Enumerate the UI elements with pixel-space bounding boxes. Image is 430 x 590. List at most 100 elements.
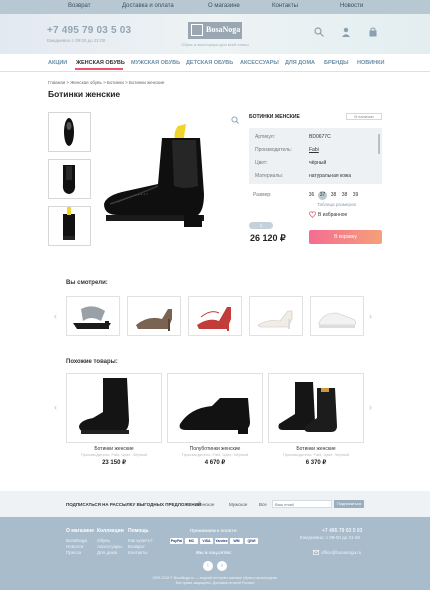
footer-hours: Ежедневно: с 09-00 до 21-00	[300, 535, 361, 540]
seen-item-heels-brown[interactable]	[127, 296, 181, 336]
logo-text: BosaNoga	[206, 25, 241, 34]
newsletter-title: ПОДПИСАТЬСЯ НА РАССЫЛКУ ВЫГОДНЫХ ПРЕДЛОЖ…	[66, 502, 202, 507]
mail-icon	[313, 550, 319, 555]
nav-divider	[0, 71, 430, 72]
zoom-icon[interactable]	[231, 116, 239, 124]
topnav-returns[interactable]: Возврат	[68, 3, 91, 9]
qiwi-icon: QIWI	[245, 538, 258, 544]
footer-link[interactable]: Обувь	[97, 538, 110, 543]
spec-label: Артикул:	[255, 134, 276, 140]
size-option[interactable]: 38	[340, 191, 349, 200]
similar-item-price: 6 370 ₽	[305, 460, 327, 466]
seen-prev-arrow-icon[interactable]: ‹	[54, 311, 57, 321]
newsletter-option-all[interactable]: Все	[259, 502, 267, 507]
cat-kids[interactable]: ДЕТСКАЯ ОБУВЬ	[186, 60, 233, 66]
payment-title: Принимаем к оплате:	[190, 528, 238, 533]
twitter-icon[interactable]: t	[203, 561, 213, 571]
size-option[interactable]: 36	[307, 191, 316, 200]
social-title: Мы в соц.сетях:	[196, 550, 232, 555]
similar-item-subtitle: Производитель: Fabi, Цвет: Чёрный	[80, 452, 148, 457]
footer-email[interactable]: office@bosanoga.ru	[321, 550, 361, 555]
cat-home[interactable]: ДЛЯ ДОМА	[285, 60, 315, 66]
stock-badge: В наличии	[346, 113, 382, 120]
webmoney-icon: WM	[230, 538, 243, 544]
footer-link[interactable]: BosaNoga	[66, 538, 87, 543]
topnav-about[interactable]: О магазине	[208, 3, 240, 9]
size-option[interactable]: 39	[351, 191, 360, 200]
main-product-image[interactable]	[100, 120, 232, 236]
newsletter-email-input[interactable]	[272, 500, 332, 508]
size-table-link[interactable]: Таблица размеров	[317, 202, 356, 207]
yandex-money-icon: Yandex	[215, 538, 228, 544]
footer-link[interactable]: Для дома	[97, 550, 117, 555]
paypal-icon: PayPal	[170, 538, 183, 544]
spec-label: Производитель:	[255, 147, 292, 153]
cat-sales[interactable]: АКЦИИ	[48, 60, 67, 66]
topnav-delivery[interactable]: Доставка и оплата	[122, 3, 174, 9]
heart-icon[interactable]	[309, 211, 316, 218]
topnav-contacts[interactable]: Контакты	[272, 3, 298, 9]
breadcrumb[interactable]: Главная > Женская обувь > Ботинки > Боти…	[48, 80, 164, 85]
footer-col-help-title: Помощь	[128, 528, 149, 534]
search-icon[interactable]	[314, 27, 324, 37]
thumbnail-top-view[interactable]	[48, 112, 91, 152]
footer-phone[interactable]: +7 495 79 03 5 03	[322, 528, 362, 534]
cart-icon[interactable]	[368, 27, 378, 37]
seen-item-sneakers[interactable]	[310, 296, 364, 336]
header-phone[interactable]: +7 495 79 03 5 03	[47, 25, 131, 36]
mastercard-icon: MC	[185, 538, 198, 544]
thumbnail-back-view[interactable]	[48, 206, 91, 246]
footer-link[interactable]: Аксессуары	[97, 544, 122, 549]
top-nav: Возврат Доставка и оплата О магазине Кон…	[0, 0, 430, 14]
seen-next-arrow-icon[interactable]: ›	[369, 311, 372, 321]
quantity-stepper[interactable]: 1	[249, 222, 273, 229]
cat-accessories[interactable]: АКСЕССУАРЫ	[240, 60, 279, 66]
thumbnail-front-view[interactable]	[48, 159, 91, 199]
spec-value: натуральная кожа	[309, 173, 352, 179]
footer-link[interactable]: Пресса	[66, 550, 81, 555]
seen-item-sandals[interactable]	[66, 296, 120, 336]
page-title: Ботинки женские	[48, 89, 121, 99]
topnav-news[interactable]: Новости	[340, 3, 363, 9]
add-to-cart-button[interactable]: В корзину	[309, 230, 382, 244]
favorite-button[interactable]: В избранное	[318, 212, 347, 218]
similar-item-image[interactable]	[268, 373, 364, 443]
footer-link[interactable]: Как купить?	[128, 538, 152, 543]
product-price: 26 120 ₽	[250, 233, 286, 243]
newsletter-option-women[interactable]: Женское	[196, 502, 214, 507]
footer-link[interactable]: Возврат	[128, 544, 145, 549]
cat-new[interactable]: НОВИНКИ	[357, 60, 384, 66]
manufacturer-link[interactable]: Fabi	[309, 147, 319, 153]
profile-icon[interactable]	[341, 27, 351, 37]
spec-value: BD0677C	[309, 134, 331, 140]
product-name: БОТИНКИ ЖЕНСКИЕ	[249, 114, 300, 120]
spec-value: чёрный	[309, 160, 327, 166]
size-label: Размер:	[253, 192, 272, 198]
similar-item-image[interactable]	[167, 373, 263, 443]
newsletter-bar	[0, 491, 430, 517]
cat-men[interactable]: МУЖСКАЯ ОБУВЬ	[131, 60, 180, 66]
specs-scrollbar[interactable]	[378, 134, 380, 154]
cat-brands[interactable]: БРЕНДЫ	[324, 60, 349, 66]
seen-item-sandals-white[interactable]	[249, 296, 303, 336]
size-option-selected[interactable]: 37	[318, 191, 327, 200]
newsletter-option-men[interactable]: Мужское	[229, 502, 247, 507]
size-option[interactable]: 38	[329, 191, 338, 200]
similar-prev-arrow-icon[interactable]: ‹	[54, 402, 57, 412]
similar-item-image[interactable]	[66, 373, 162, 443]
footer-col-collections-title: Коллекции	[97, 528, 124, 534]
footer-link[interactable]: Контакты	[128, 550, 147, 555]
similar-item-price: 23 150 ₽	[102, 460, 126, 466]
footer-col-about-title: О магазине	[66, 528, 94, 534]
logo-icon	[191, 24, 203, 36]
footer-link[interactable]: Новости	[66, 544, 83, 549]
vk-icon[interactable]: v	[217, 561, 227, 571]
seen-item-heels-red[interactable]	[188, 296, 242, 336]
tagline: Обувь и аксессуары для всей семьи	[181, 42, 249, 47]
cat-women[interactable]: ЖЕНСКАЯ ОБУВЬ	[76, 60, 125, 66]
spec-label: Цвет:	[255, 160, 268, 166]
similar-next-arrow-icon[interactable]: ›	[369, 402, 372, 412]
subscribe-button[interactable]: Подписаться	[334, 500, 364, 508]
similar-title: Похожие товары:	[66, 359, 118, 365]
seen-title: Вы смотрели:	[66, 280, 108, 286]
